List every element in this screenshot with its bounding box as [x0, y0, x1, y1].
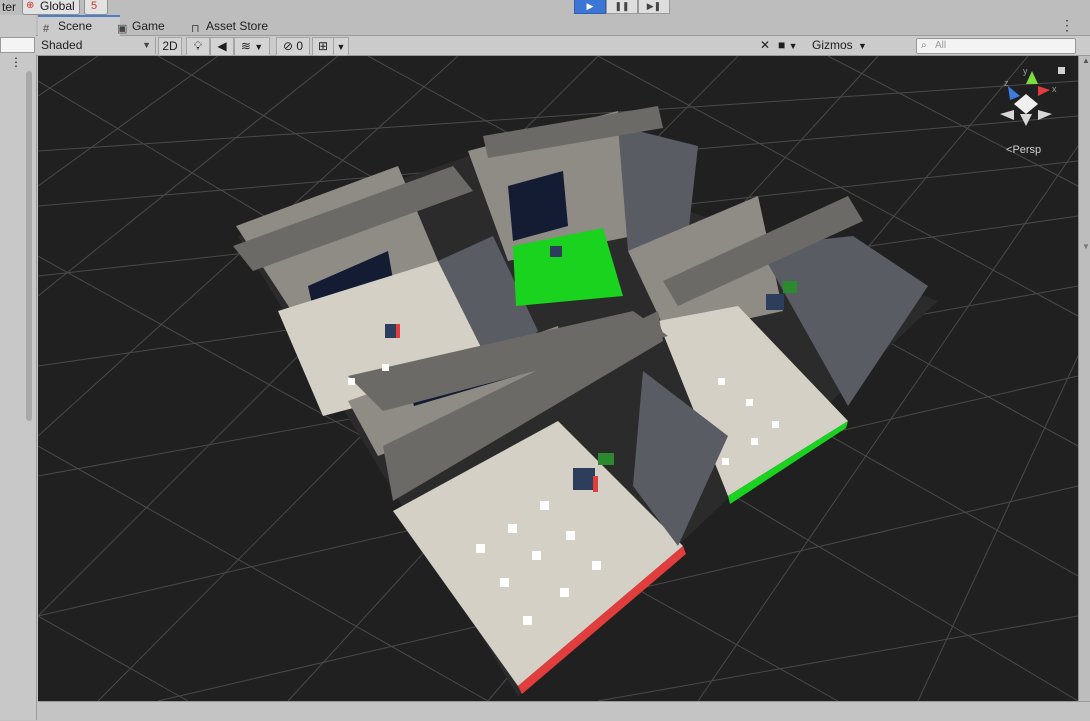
pause-button[interactable]: ❚❚: [606, 0, 638, 14]
speaker-icon: ◀︎: [217, 39, 227, 53]
hierarchy-panel-edge: ⋮: [0, 15, 37, 720]
cube-front-marker: [593, 476, 598, 492]
projection-label: Persp: [1012, 144, 1042, 156]
chevron-down-icon: ▼: [1082, 242, 1090, 251]
gizmos-dropdown[interactable]: ▼: [858, 37, 872, 54]
gizmos-label: Gizmos: [812, 38, 853, 52]
audio-toggle[interactable]: ◀︎: [210, 37, 234, 56]
chevron-down-icon: ▼: [858, 41, 867, 51]
scene-toolbar: Shaded ▼ 2D 💡︎ ◀︎ ≋ ▼ ⊘ 0 ⊞ ▼ ✕ ■ ▼ Gizm…: [36, 36, 1090, 56]
camera-icon: ■: [778, 38, 786, 52]
viewport-right-scrollbar[interactable]: ▲ ▼: [1078, 56, 1090, 701]
playmode-controls: ▶ ❚❚ ▶❚: [574, 0, 670, 14]
shading-mode-label: Shaded: [41, 38, 83, 52]
play-button[interactable]: ▶: [574, 0, 606, 14]
projection-toggle[interactable]: <Persp: [1006, 144, 1041, 156]
shading-mode-dropdown[interactable]: Shaded ▼: [36, 37, 156, 54]
tab-asset-store[interactable]: ⊓ Asset Store: [186, 17, 296, 35]
chevron-down-icon: ▼: [336, 42, 346, 52]
hierarchy-search-field[interactable]: [0, 37, 35, 53]
tab-scene[interactable]: # Scene: [38, 15, 120, 36]
chevron-down-icon: ▼: [788, 41, 798, 51]
tab-scene-label: Scene: [58, 19, 93, 33]
more-options-icon[interactable]: ⋮: [10, 55, 22, 69]
tab-asset-store-label: Asset Store: [206, 19, 269, 33]
status-bar: [38, 701, 1090, 721]
lock-icon[interactable]: [1058, 67, 1065, 74]
tab-game[interactable]: ▣ Game: [112, 17, 194, 35]
window-tabs: # Scene ▣ Game ⊓ Asset Store ⋮: [36, 15, 1090, 36]
toggle-2d-button[interactable]: 2D: [158, 37, 182, 56]
top-toolbar: ter ⊕ Global 5 ▶ ❚❚ ▶❚: [0, 0, 1090, 15]
search-icon: ⌕: [921, 40, 927, 51]
hierarchy-scrollbar[interactable]: [26, 71, 32, 421]
account-dropdown-label[interactable]: ter: [2, 0, 16, 14]
scene-visibility-toggle[interactable]: ⊘ 0: [276, 37, 310, 56]
globe-icon: ⊕: [26, 0, 35, 11]
scene-viewport[interactable]: y z x <Persp: [38, 56, 1078, 701]
step-button[interactable]: ▶❚: [638, 0, 670, 14]
grid-icon: ⊞: [317, 39, 329, 53]
scene-render: [38, 56, 1078, 701]
lighting-toggle[interactable]: 💡︎: [186, 37, 210, 56]
cube-green-room: [550, 246, 562, 257]
gizmo-x-label: x: [1052, 84, 1057, 94]
eye-slash-icon: ⊘: [282, 39, 294, 53]
cube-front: [573, 468, 595, 490]
camera-dropdown[interactable]: ■ ▼: [778, 37, 808, 54]
gizmo-y-label: y: [1023, 66, 1028, 76]
global-label: Global: [40, 0, 75, 13]
tab-game-label: Game: [132, 19, 165, 33]
effects-dropdown[interactable]: ≋ ▼: [234, 37, 270, 56]
cube-green-right: [783, 281, 797, 293]
undo-history-icon: 5: [91, 0, 98, 12]
chevron-up-icon: ▲: [1082, 56, 1090, 65]
tab-menu-icon[interactable]: ⋮: [1060, 17, 1074, 34]
grid-dropdown[interactable]: ▼: [333, 37, 349, 56]
lightbulb-icon: 💡︎: [193, 39, 203, 53]
toggle-2d-label: 2D: [162, 39, 178, 53]
hidden-count: 0: [296, 39, 304, 53]
cube-green-front: [598, 453, 614, 465]
snap-button[interactable]: 5: [84, 0, 108, 15]
layers-icon: ≋: [240, 39, 251, 53]
tools-button[interactable]: ✕: [754, 37, 776, 54]
chevron-down-icon: ▼: [254, 42, 264, 52]
scene-search-input[interactable]: ⌕ All: [916, 38, 1076, 54]
cube-back-left-marker: [396, 324, 400, 338]
grid-toggle[interactable]: ⊞: [312, 37, 334, 56]
cube-right: [766, 294, 784, 310]
gizmo-z-label: z: [1004, 78, 1009, 88]
scene-search-placeholder: All: [935, 40, 947, 51]
pivot-global-toggle[interactable]: ⊕ Global: [22, 0, 80, 15]
chevron-down-icon: ▼: [142, 40, 151, 50]
wrench-icon: ✕: [759, 38, 771, 52]
